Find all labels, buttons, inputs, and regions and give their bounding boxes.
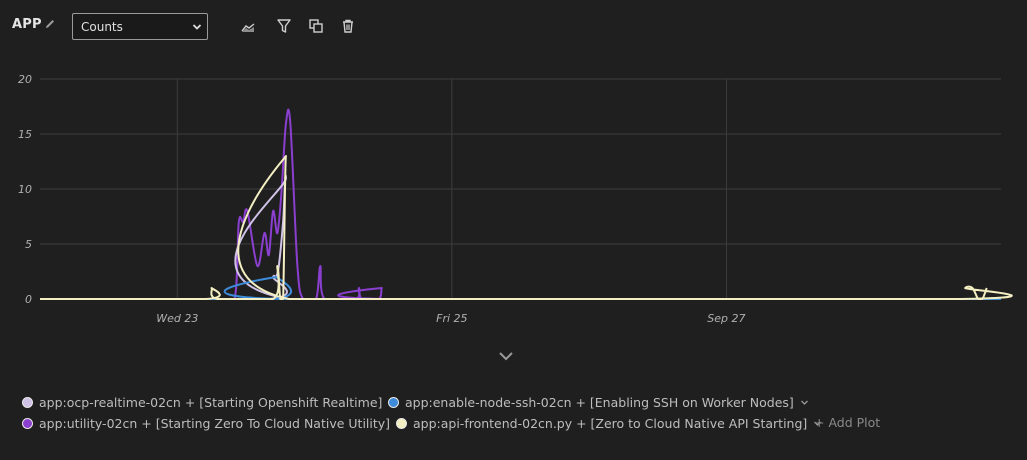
series-line [40,276,1001,301]
legend-label: app:ocp-realtime-02cn + [Starting Opensh… [39,395,383,410]
chevron-down-icon[interactable] [800,398,809,407]
chevron-down-icon[interactable] [497,349,515,363]
add-plot-button[interactable]: + Add Plot [814,415,880,430]
legend-label: app:api-frontend-02cn.py + [Zero to Clou… [413,416,808,431]
y-tick-label: 20 [18,73,32,86]
x-tick-label: Wed 23 [156,312,198,325]
y-tick-label: 10 [18,183,32,196]
x-tick-label: Fri 25 [436,312,467,325]
line-chart: 0 5 10 15 20 Wed 23 Fri 25 Sep 27 [18,73,1013,325]
legend-item[interactable]: app:api-frontend-02cn.py + [Zero to Clou… [396,416,822,431]
legend-label: app:utility-02cn + [Starting Zero To Clo… [39,416,391,431]
series-line [40,155,1013,301]
series-dot [396,418,407,429]
y-tick-label: 15 [18,128,32,141]
y-tick-label: 0 [25,293,32,306]
series-dot [388,397,399,408]
series-line [40,108,1001,301]
series-line [40,174,1001,301]
series-dot [22,418,33,429]
series-dot [22,397,33,408]
legend-label: app:enable-node-ssh-02cn + [Enabling SSH… [405,395,794,410]
y-tick-label: 5 [25,238,32,251]
legend-item[interactable]: app:ocp-realtime-02cn + [Starting Opensh… [22,395,397,410]
legend-item[interactable]: app:utility-02cn + [Starting Zero To Clo… [22,416,405,431]
x-tick-label: Sep 27 [707,312,745,325]
legend-item[interactable]: app:enable-node-ssh-02cn + [Enabling SSH… [388,395,809,410]
